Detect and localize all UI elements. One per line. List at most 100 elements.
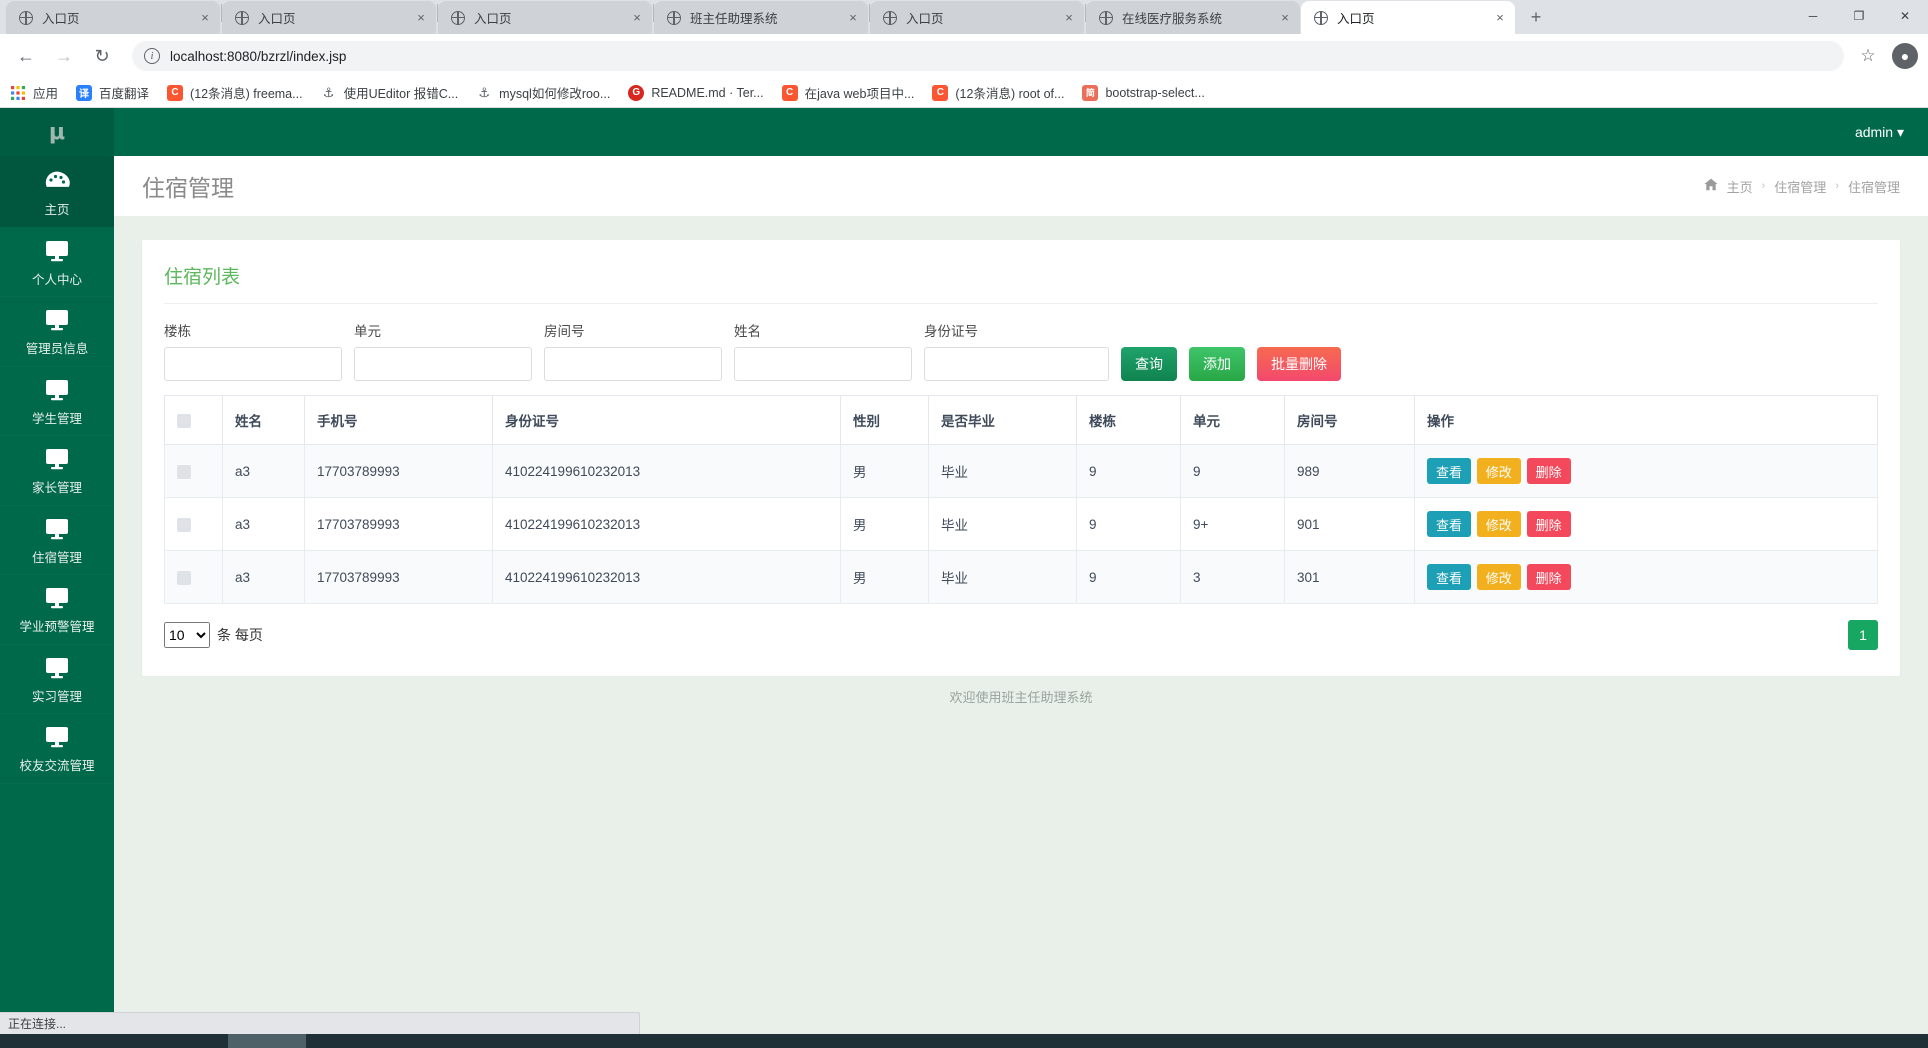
bookmark-label: 应用 bbox=[33, 87, 59, 101]
back-icon[interactable]: ← bbox=[10, 40, 42, 72]
filter-building: 楼栋 bbox=[164, 320, 342, 381]
filter-label: 房间号 bbox=[544, 324, 585, 339]
view-button[interactable]: 查看 bbox=[1427, 564, 1472, 590]
app-logo[interactable]: μ bbox=[0, 108, 114, 156]
sidebar-item-internship[interactable]: 实习管理 bbox=[0, 645, 114, 714]
close-icon[interactable]: × bbox=[842, 7, 864, 29]
monitor-icon bbox=[44, 657, 70, 684]
col-select bbox=[164, 395, 223, 445]
link-icon: ⚓ bbox=[322, 84, 335, 100]
unit-input[interactable] bbox=[354, 347, 532, 381]
sidebar-item-home[interactable]: 主页 bbox=[0, 156, 114, 228]
minimize-button[interactable]: ─ bbox=[1790, 0, 1836, 32]
filter-form: 楼栋 单元 房间号 姓名 身份证号 查询 添加 批量删除 bbox=[164, 320, 1878, 381]
close-icon[interactable]: × bbox=[1058, 7, 1080, 29]
cell-gender: 男 bbox=[840, 550, 929, 604]
query-button[interactable]: 查询 bbox=[1121, 347, 1177, 381]
edit-button[interactable]: 修改 bbox=[1476, 511, 1521, 537]
url-text: localhost:8080/bzrzl/index.jsp bbox=[170, 48, 347, 64]
bookmark-item[interactable]: ⚓ 使用UEditor 报错C... bbox=[321, 83, 459, 102]
maximize-button[interactable]: ❐ bbox=[1836, 0, 1882, 32]
sidebar-item-label: 住宿管理 bbox=[31, 550, 82, 565]
building-input[interactable] bbox=[164, 347, 342, 381]
close-icon[interactable]: × bbox=[1489, 7, 1511, 29]
col-room: 房间号 bbox=[1284, 395, 1415, 445]
breadcrumb-item-home[interactable]: 主页 bbox=[1727, 177, 1753, 196]
table-row: a3 17703789993 410224199610232013 男 毕业 9… bbox=[164, 497, 1878, 551]
sidebar-item-alumni[interactable]: 校友交流管理 bbox=[0, 714, 114, 784]
sidebar-item-admin-info[interactable]: 管理员信息 bbox=[0, 297, 114, 367]
delete-button[interactable]: 删除 bbox=[1526, 458, 1571, 484]
table-footer: 10 20 50 100 条 每页 1 bbox=[164, 620, 1878, 650]
edit-button[interactable]: 修改 bbox=[1476, 564, 1521, 590]
cell-room: 989 bbox=[1284, 444, 1415, 498]
close-icon[interactable]: × bbox=[1274, 7, 1296, 29]
bookmark-item[interactable]: ⚓ mysql如何修改roo... bbox=[476, 83, 610, 102]
close-icon[interactable]: × bbox=[626, 7, 648, 29]
reload-icon[interactable]: ↻ bbox=[86, 40, 118, 72]
browser-tab[interactable]: 班主任助理系统 × bbox=[654, 1, 868, 34]
row-checkbox[interactable] bbox=[177, 570, 191, 585]
browser-tab[interactable]: 入口页 × bbox=[870, 1, 1084, 34]
name-input[interactable] bbox=[734, 347, 912, 381]
per-page-select[interactable]: 10 20 50 100 bbox=[164, 622, 210, 648]
col-gender: 性别 bbox=[840, 395, 929, 445]
page-header: 住宿管理 主页 › 住宿管理 › 住宿管理 bbox=[114, 156, 1928, 216]
batch-delete-button[interactable]: 批量删除 bbox=[1257, 347, 1341, 381]
sidebar-item-parent[interactable]: 家长管理 bbox=[0, 436, 114, 506]
select-all-checkbox[interactable] bbox=[177, 413, 191, 428]
browser-tab[interactable]: 在线医疗服务系统 × bbox=[1086, 1, 1300, 34]
bookmark-item[interactable]: C (12条消息) root of... bbox=[932, 83, 1064, 102]
sidebar-item-accommodation[interactable]: 住宿管理 bbox=[0, 506, 114, 575]
browser-tab[interactable]: 入口页 × bbox=[438, 1, 652, 34]
bookmark-item[interactable]: G README.md · Ter... bbox=[628, 84, 764, 101]
view-button[interactable]: 查看 bbox=[1427, 511, 1472, 537]
sidebar-item-profile[interactable]: 个人中心 bbox=[0, 228, 114, 297]
bookmark-label: 使用UEditor 报错C... bbox=[343, 87, 459, 101]
browser-tab[interactable]: 入口页 × bbox=[222, 1, 436, 34]
window-controls: ─ ❐ ✕ bbox=[1790, 0, 1928, 34]
row-select-cell bbox=[164, 497, 223, 551]
bookmark-item[interactable]: 简 bootstrap-select... bbox=[1082, 84, 1205, 101]
profile-avatar[interactable]: ● bbox=[1892, 43, 1918, 69]
close-icon[interactable]: × bbox=[194, 7, 216, 29]
filter-label: 楼栋 bbox=[164, 324, 191, 339]
page-button-1[interactable]: 1 bbox=[1848, 620, 1878, 650]
bookmark-item[interactable]: C 在java web项目中... bbox=[781, 83, 914, 102]
account-menu[interactable]: admin ▾ bbox=[1855, 124, 1904, 141]
sidebar-item-label: 学生管理 bbox=[31, 411, 82, 426]
room-input[interactable] bbox=[544, 347, 722, 381]
sidebar-item-student[interactable]: 学生管理 bbox=[0, 367, 114, 436]
browser-tab-active[interactable]: 入口页 × bbox=[1301, 1, 1515, 34]
delete-button[interactable]: 删除 bbox=[1526, 511, 1571, 537]
forward-icon[interactable]: → bbox=[48, 40, 80, 72]
add-button[interactable]: 添加 bbox=[1189, 347, 1245, 381]
sidebar-item-academic-warning[interactable]: 学业预警管理 bbox=[0, 575, 114, 645]
view-button[interactable]: 查看 bbox=[1427, 458, 1472, 484]
new-tab-button[interactable]: + bbox=[1522, 3, 1550, 31]
id-card-input[interactable] bbox=[924, 347, 1109, 381]
delete-button[interactable]: 删除 bbox=[1526, 564, 1571, 590]
tab-title: 在线医疗服务系统 bbox=[1122, 12, 1223, 26]
taskbar-item[interactable] bbox=[228, 1034, 306, 1048]
row-checkbox[interactable] bbox=[177, 464, 191, 479]
address-bar[interactable]: i localhost:8080/bzrzl/index.jsp bbox=[132, 41, 1844, 71]
bookmark-item[interactable]: 译 百度翻译 bbox=[76, 83, 149, 102]
site-info-icon[interactable]: i bbox=[144, 48, 160, 64]
edit-button[interactable]: 修改 bbox=[1476, 458, 1521, 484]
breadcrumb: 主页 › 住宿管理 › 住宿管理 bbox=[1704, 177, 1900, 196]
bookmark-star-icon[interactable]: ☆ bbox=[1852, 46, 1884, 66]
breadcrumb-item-section[interactable]: 住宿管理 bbox=[1774, 177, 1826, 196]
browser-tab[interactable]: 入口页 × bbox=[6, 1, 220, 34]
accommodation-table: 姓名 手机号 身份证号 性别 是否毕业 楼栋 单元 房间号 操作 a3 1770… bbox=[164, 395, 1878, 604]
bookmark-item[interactable]: C (12条消息) freema... bbox=[167, 83, 303, 102]
cell-unit: 9 bbox=[1180, 444, 1285, 498]
bookmark-apps[interactable]: 应用 bbox=[10, 83, 58, 102]
sidebar-item-label: 主页 bbox=[44, 203, 70, 217]
window-close-button[interactable]: ✕ bbox=[1882, 0, 1928, 32]
translate-icon: 译 bbox=[76, 84, 93, 101]
row-checkbox[interactable] bbox=[177, 517, 191, 532]
tab-strip: 入口页 × 入口页 × 入口页 × 班主任助理系统 × 入口页 × 在线医疗服务… bbox=[0, 0, 1928, 34]
close-icon[interactable]: × bbox=[410, 7, 432, 29]
sidebar-item-label: 学业预警管理 bbox=[19, 620, 95, 634]
